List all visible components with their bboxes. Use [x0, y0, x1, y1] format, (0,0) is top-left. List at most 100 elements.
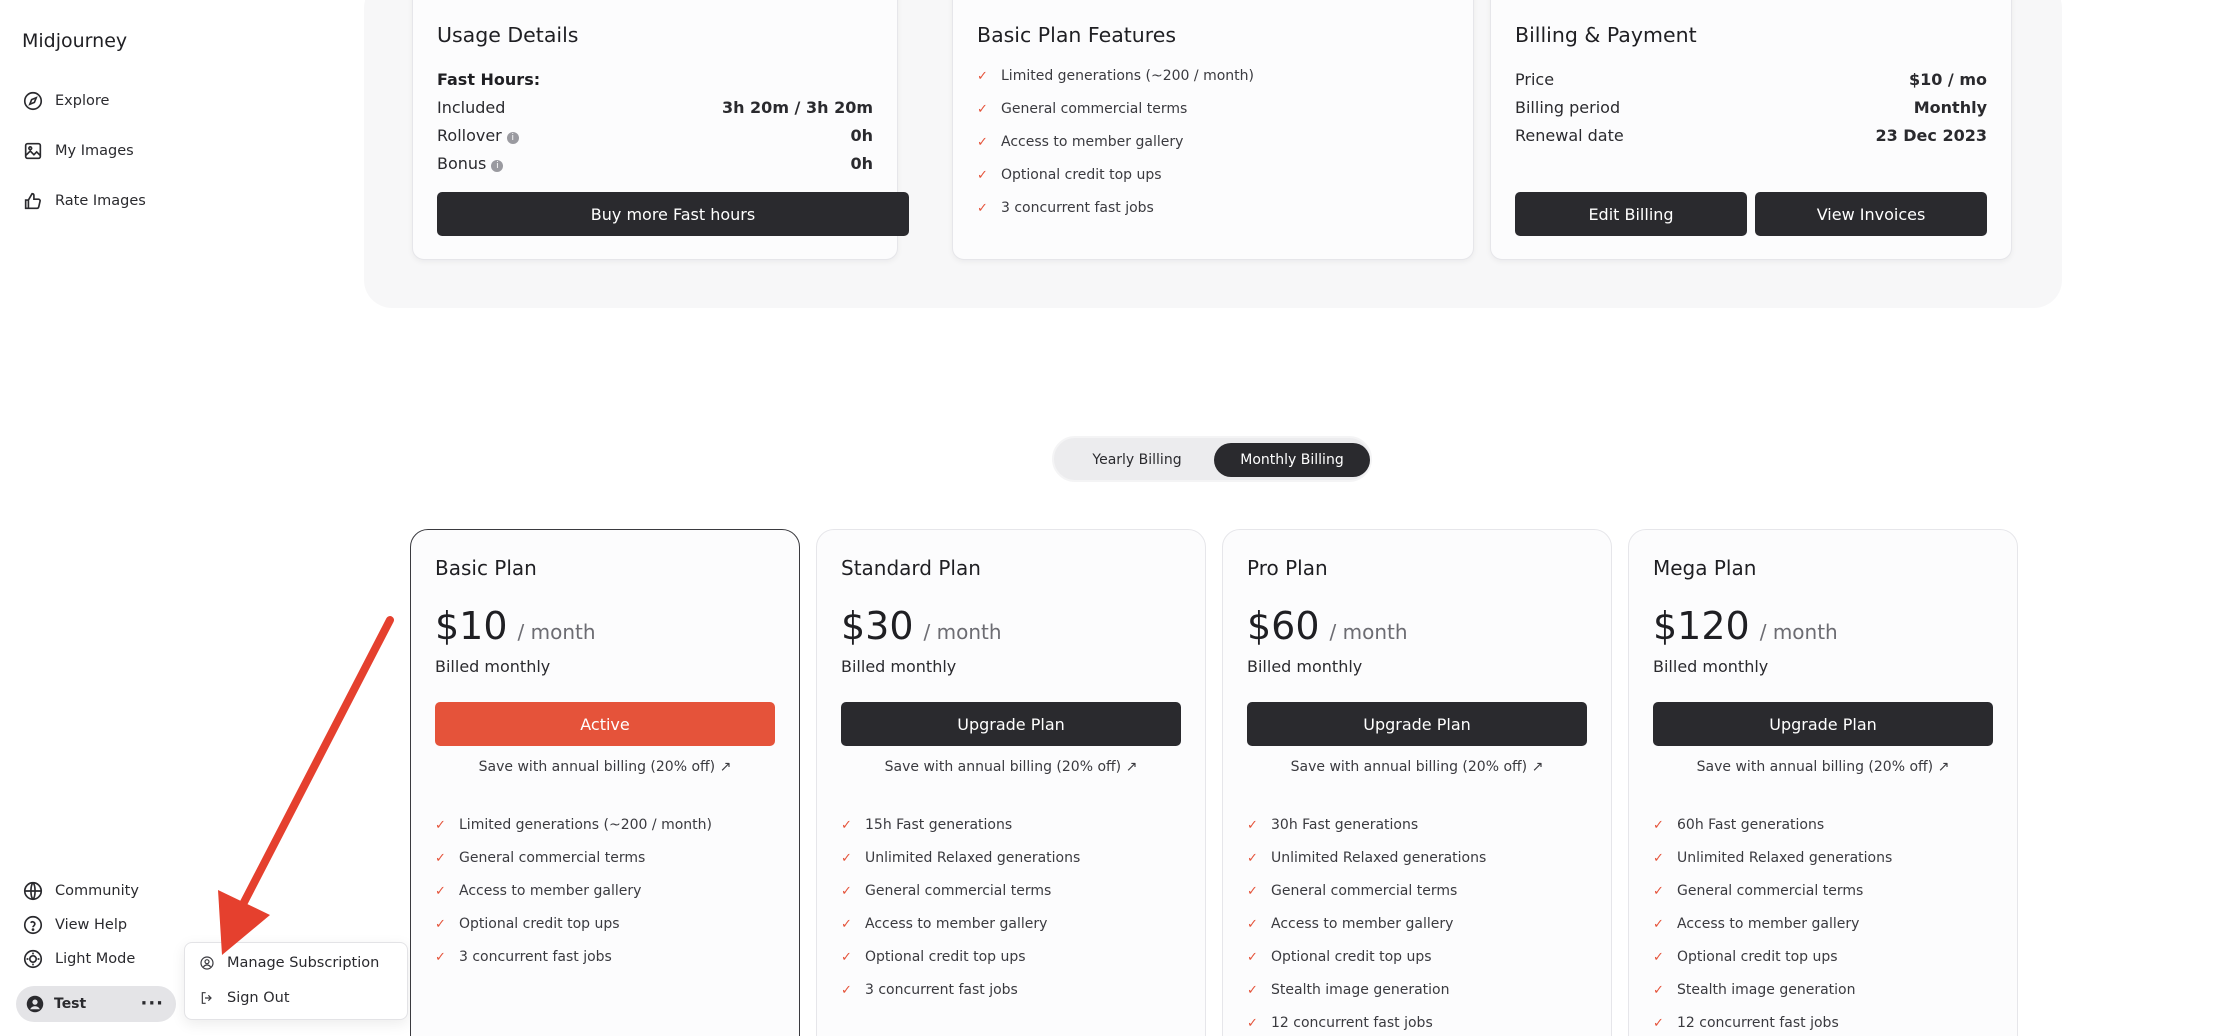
check-icon: ✓: [1653, 949, 1664, 965]
check-icon: ✓: [1653, 916, 1664, 932]
plan-card-pro: Pro Plan $60 / month Billed monthly Upgra…: [1222, 529, 1612, 1036]
menu-item-label: Sign Out: [227, 990, 290, 1006]
feature-text: Unlimited Relaxed generations: [865, 850, 1081, 866]
nav-light-mode[interactable]: Light Mode: [22, 948, 135, 970]
billing-row-renewal: Renewal date 23 Dec 2023: [1515, 126, 1987, 145]
feature-item: ✓ Optional credit top ups: [977, 167, 1162, 183]
feature-text: General commercial terms: [1677, 883, 1864, 899]
price-amount: $10: [435, 604, 508, 648]
plan-feature: ✓ Stealth image generation: [1653, 982, 1855, 998]
upgrade-plan-button[interactable]: Upgrade Plan: [1653, 702, 1993, 746]
check-icon: ✓: [841, 949, 852, 965]
info-icon[interactable]: i: [506, 132, 519, 144]
annual-billing-link[interactable]: Save with annual billing (20% off) ↗: [841, 759, 1181, 775]
edit-billing-button[interactable]: Edit Billing: [1515, 192, 1747, 236]
check-icon: ✓: [1247, 916, 1258, 932]
feature-text: 12 concurrent fast jobs: [1271, 1015, 1433, 1031]
annual-billing-link[interactable]: Save with annual billing (20% off) ↗: [1247, 759, 1587, 775]
row-value: 0h: [850, 126, 873, 145]
check-icon: ✓: [841, 982, 852, 998]
plan-name: Mega Plan: [1653, 556, 1757, 580]
billing-period-toggle: Yearly Billing Monthly Billing: [1052, 436, 1372, 482]
link-text: Save with annual billing (20% off): [478, 759, 716, 775]
check-icon: ✓: [841, 916, 852, 932]
plan-price: $10 / month: [435, 604, 596, 648]
feature-text: Unlimited Relaxed generations: [1271, 850, 1487, 866]
feature-text: Access to member gallery: [459, 883, 642, 899]
nav-my-images[interactable]: My Images: [22, 140, 134, 162]
annual-billing-link[interactable]: Save with annual billing (20% off) ↗: [1653, 759, 1993, 775]
upgrade-plan-button[interactable]: Upgrade Plan: [841, 702, 1181, 746]
check-icon: ✓: [977, 167, 988, 183]
feature-text: Optional credit top ups: [1677, 949, 1838, 965]
row-value: Monthly: [1913, 98, 1987, 117]
price-period: / month: [923, 620, 1002, 644]
fast-hours-label: Fast Hours:: [437, 70, 541, 89]
check-icon: ✓: [1653, 817, 1664, 833]
more-horizontal-icon[interactable]: ···: [140, 995, 164, 1013]
usage-row-included: Included 3h 20m / 3h 20m: [437, 98, 873, 117]
link-text: Save with annual billing (20% off): [1696, 759, 1934, 775]
plan-feature: ✓ General commercial terms: [1247, 883, 1457, 899]
view-invoices-button[interactable]: View Invoices: [1755, 192, 1987, 236]
feature-text: Access to member gallery: [1677, 916, 1860, 932]
feature-text: Access to member gallery: [1271, 916, 1454, 932]
brand-logo[interactable]: Midjourney: [22, 30, 127, 52]
check-icon: ✓: [841, 883, 852, 899]
plan-name: Pro Plan: [1247, 556, 1328, 580]
plan-feature: ✓ 3 concurrent fast jobs: [435, 949, 612, 965]
billed-text: Billed monthly: [1247, 657, 1363, 676]
row-label: Included: [437, 98, 506, 117]
nav-rate-images[interactable]: Rate Images: [22, 190, 146, 212]
plan-feature: ✓ Limited generations (~200 / month): [435, 817, 712, 833]
feature-text: General commercial terms: [1271, 883, 1458, 899]
plan-feature: ✓ 60h Fast generations: [1653, 817, 1824, 833]
check-icon: ✓: [1653, 883, 1664, 899]
usage-details-card: Usage Details Fast Hours: Included 3h 20…: [412, 0, 909, 260]
annual-billing-link[interactable]: Save with annual billing (20% off) ↗: [435, 759, 775, 775]
nav-community[interactable]: Community: [22, 880, 139, 902]
price-amount: $120: [1653, 604, 1750, 648]
feature-item: ✓ General commercial terms: [977, 101, 1187, 117]
check-icon: ✓: [1653, 1015, 1664, 1031]
nav-view-help[interactable]: View Help: [22, 914, 127, 936]
feature-item: ✓ Access to member gallery: [977, 134, 1183, 150]
info-icon[interactable]: i: [491, 160, 504, 172]
menu-sign-out[interactable]: Sign Out: [199, 990, 290, 1006]
nav-explore[interactable]: Explore: [22, 90, 109, 112]
feature-item: ✓ Limited generations (~200 / month): [977, 68, 1254, 84]
price-amount: $30: [841, 604, 914, 648]
plan-feature: ✓ Optional credit top ups: [435, 916, 620, 932]
row-value: 3h 20m / 3h 20m: [721, 98, 873, 117]
feature-text: Limited generations (~200 / month): [1001, 68, 1254, 84]
active-plan-button[interactable]: Active: [435, 702, 775, 746]
nav-label: Explore: [55, 93, 110, 109]
nav-label: View Help: [55, 917, 128, 933]
plan-price: $120 / month: [1653, 604, 1838, 648]
check-icon: ✓: [435, 949, 446, 965]
price-period: / month: [517, 620, 596, 644]
buy-fast-hours-button[interactable]: Buy more Fast hours: [437, 192, 909, 236]
yearly-billing-option[interactable]: Yearly Billing: [1062, 443, 1212, 477]
feature-text: General commercial terms: [459, 850, 646, 866]
plan-feature: ✓ Optional credit top ups: [1653, 949, 1838, 965]
upgrade-plan-button[interactable]: Upgrade Plan: [1247, 702, 1587, 746]
image-icon: [24, 142, 42, 160]
feature-text: 60h Fast generations: [1677, 817, 1825, 833]
globe-icon: [23, 881, 43, 901]
plan-feature: ✓ 12 concurrent fast jobs: [1653, 1015, 1839, 1031]
plan-feature: ✓ Unlimited Relaxed generations: [1247, 850, 1486, 866]
plan-feature: ✓ 12 concurrent fast jobs: [1247, 1015, 1433, 1031]
monthly-billing-option[interactable]: Monthly Billing: [1214, 443, 1370, 477]
menu-manage-subscription[interactable]: Manage Subscription: [199, 955, 379, 971]
plan-feature: ✓ Stealth image generation: [1247, 982, 1449, 998]
row-value: 0h: [850, 154, 873, 173]
user-account-button[interactable]: Test ···: [16, 986, 176, 1022]
check-icon: ✓: [1653, 850, 1664, 866]
arrow-up-right-icon: ↗: [719, 759, 732, 775]
annotation-arrow: [218, 616, 394, 955]
price-period: / month: [1329, 620, 1408, 644]
sidebar: Midjourney Explore My Images Rate Images…: [0, 0, 190, 1036]
feature-text: 15h Fast generations: [865, 817, 1013, 833]
plan-feature: ✓ Optional credit top ups: [841, 949, 1026, 965]
